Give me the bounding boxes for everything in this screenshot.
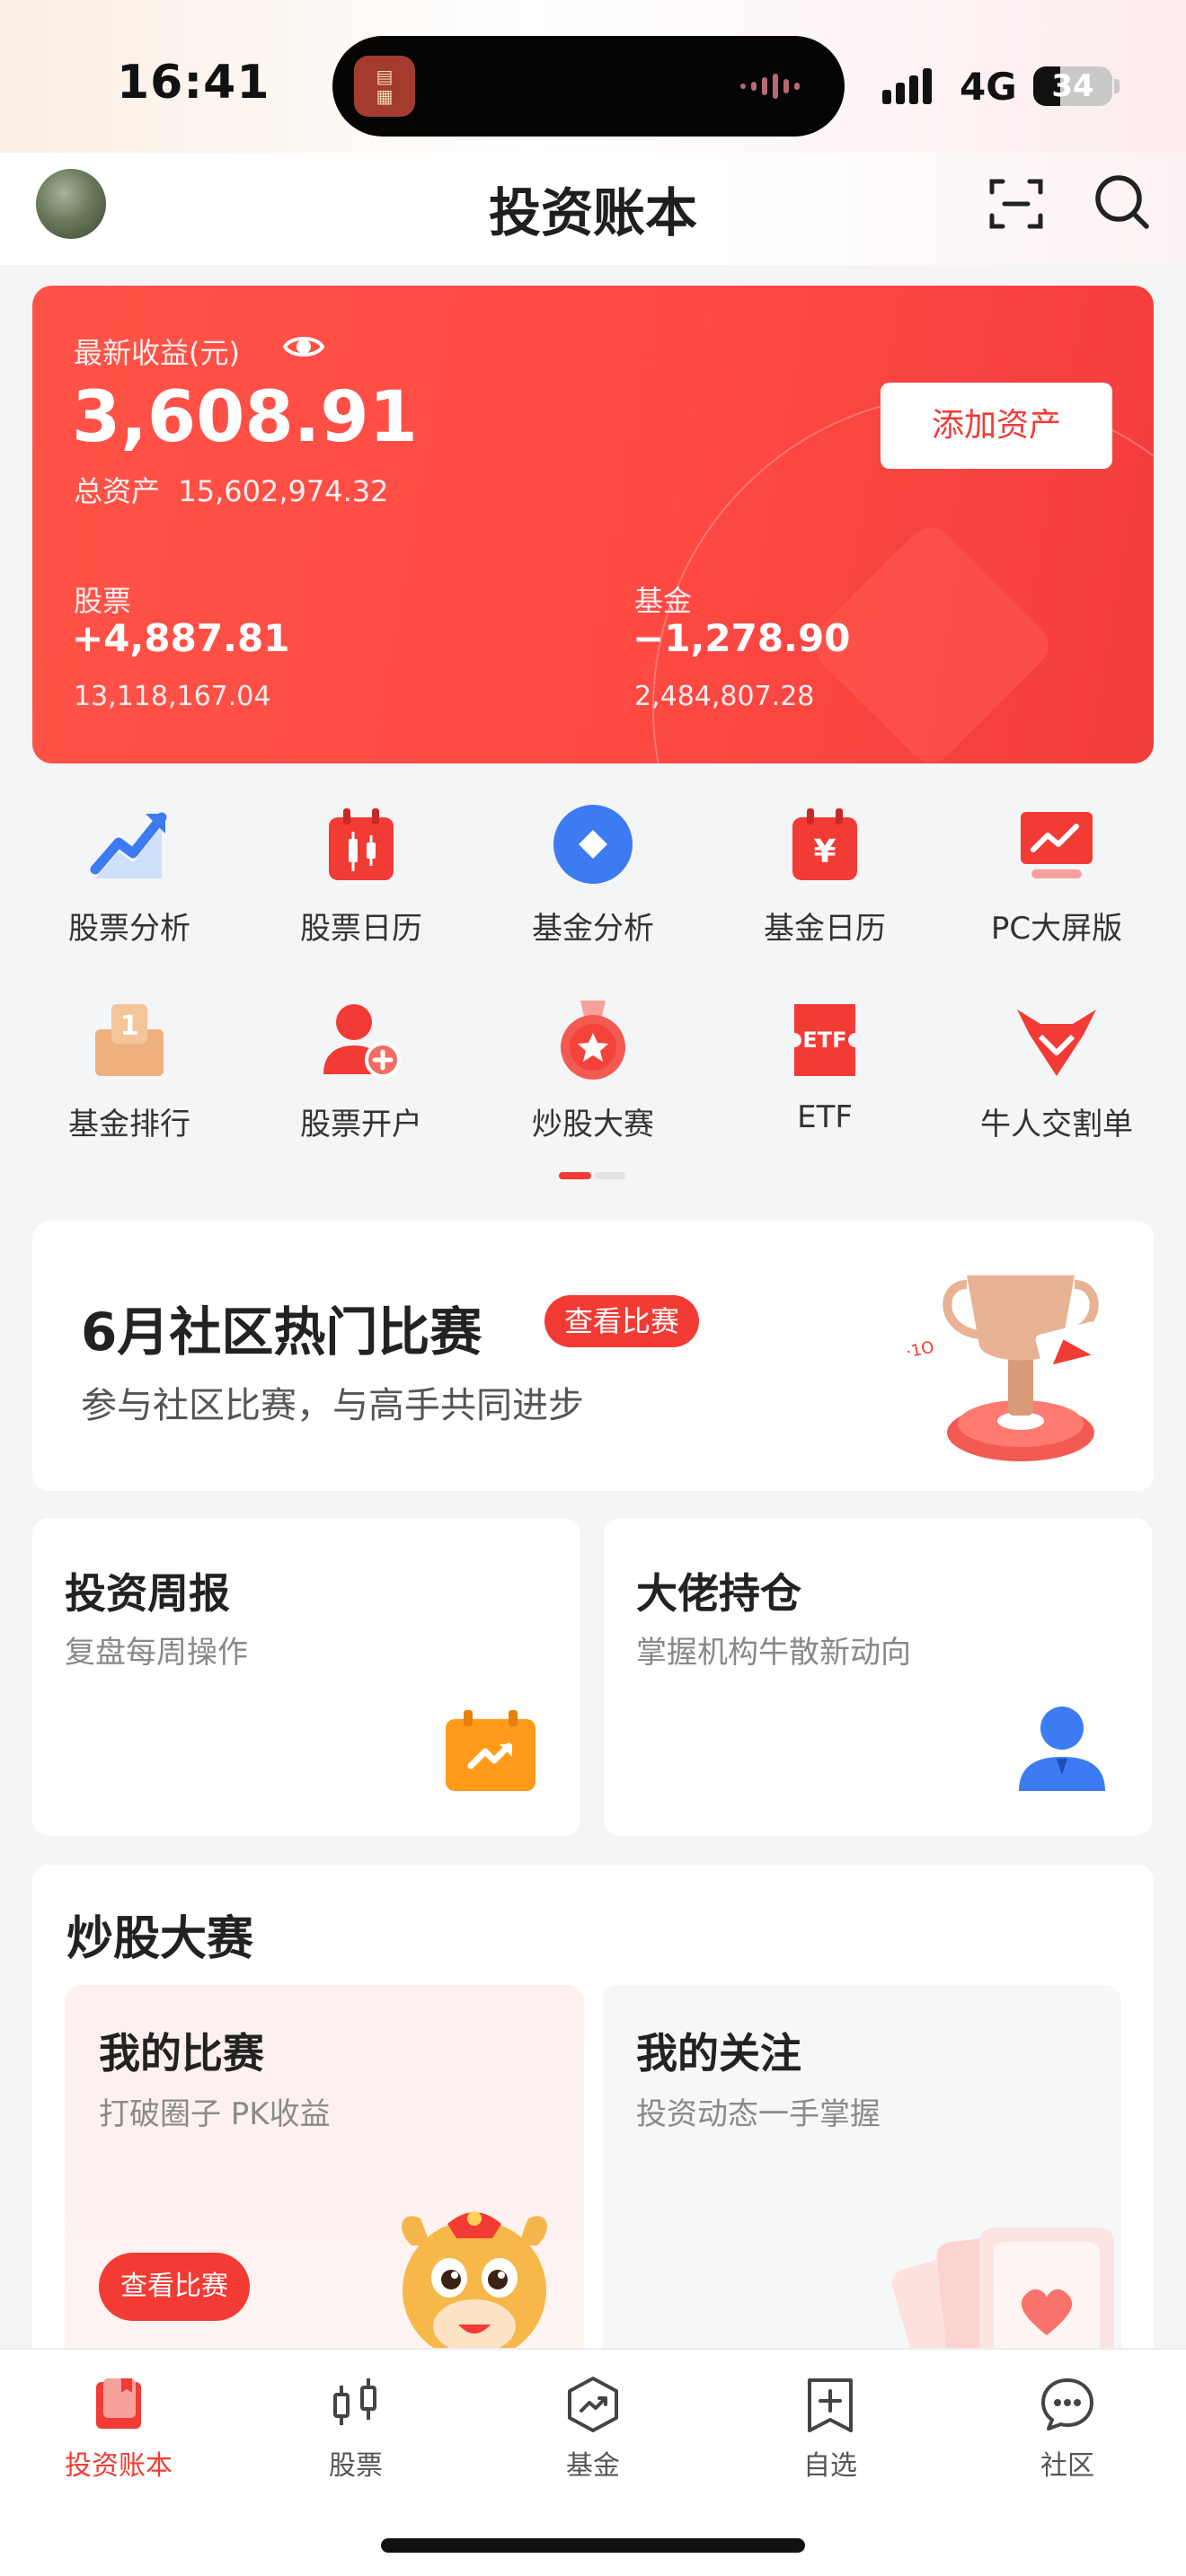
person-icon bbox=[1019, 1707, 1105, 1791]
svg-text:1: 1 bbox=[120, 1010, 139, 1042]
card-title: 我的比赛 bbox=[99, 2029, 264, 2078]
report-calendar-icon bbox=[446, 1710, 535, 1791]
ox-mascot-icon bbox=[402, 2211, 547, 2360]
big-holdings-card[interactable]: 大佬持仓 掌握机构牛散新动向 bbox=[604, 1518, 1152, 1836]
fund-total: 2,484,807.28 bbox=[634, 681, 815, 712]
etf-ticket-icon: ETF bbox=[794, 1004, 855, 1076]
scan-icon[interactable] bbox=[988, 176, 1044, 232]
trophy-icon: ·1O bbox=[893, 1275, 1105, 1461]
grid-label: 股票开户 bbox=[300, 1107, 422, 1142]
card-title: 我的关注 bbox=[636, 2029, 801, 2078]
grid-item-fund-ranking[interactable]: 1 基金排行 bbox=[11, 997, 248, 1143]
audio-wave-icon bbox=[740, 74, 800, 99]
grid-label: ETF bbox=[797, 1099, 853, 1135]
tab-investment-ledger[interactable]: 投资账本 bbox=[0, 2375, 237, 2483]
total-assets: 总资产 15,602,974.32 bbox=[74, 469, 388, 510]
card-title: 大佬持仓 bbox=[636, 1569, 801, 1618]
fund-label: 基金 bbox=[634, 584, 693, 618]
diamond-circle-icon bbox=[553, 805, 633, 884]
latest-profit-value: 3,608.91 bbox=[72, 377, 418, 458]
tab-label: 社区 bbox=[1040, 2450, 1094, 2482]
add-bookmark-icon bbox=[808, 2378, 853, 2432]
dynamic-island: ▤ ▦ bbox=[332, 36, 845, 137]
tab-label: 自选 bbox=[803, 2450, 857, 2482]
add-user-icon bbox=[323, 1004, 401, 1078]
card-subtitle: 打破圈子 PK收益 bbox=[99, 2096, 331, 2132]
card-subtitle: 复盘每周操作 bbox=[65, 1635, 248, 1671]
network-type: 4G bbox=[960, 65, 1017, 109]
tab-label: 股票 bbox=[329, 2450, 383, 2482]
grid-label: 股票分析 bbox=[68, 911, 190, 947]
tab-stocks[interactable]: 股票 bbox=[237, 2375, 474, 2483]
asset-summary-card[interactable]: 最新收益(元) 3,608.91 总资产 15,602,974.32 添加资产 … bbox=[32, 286, 1154, 763]
yuan-calendar-icon: ¥ bbox=[792, 808, 857, 880]
status-time: 16:41 bbox=[117, 56, 270, 110]
battery-cap bbox=[1114, 79, 1120, 93]
view-contest-button[interactable]: 查看比赛 bbox=[99, 2253, 250, 2321]
candlestick-icon bbox=[333, 2378, 376, 2425]
chat-bubble-icon bbox=[1041, 2378, 1093, 2430]
battery-icon: 34 bbox=[1033, 66, 1112, 106]
tab-community[interactable]: 社区 bbox=[949, 2375, 1186, 2483]
tab-funds[interactable]: 基金 bbox=[474, 2375, 712, 2483]
grid-item-stock-analysis[interactable]: 股票分析 bbox=[11, 801, 248, 948]
fund-hexagon-icon bbox=[568, 2377, 618, 2432]
home-indicator[interactable] bbox=[381, 2538, 805, 2553]
grid-item-stock-calendar[interactable]: 股票日历 bbox=[243, 801, 480, 948]
signal-icon bbox=[882, 65, 932, 104]
grid-label: 牛人交割单 bbox=[980, 1107, 1133, 1142]
grid-item-pc-screen[interactable]: PC大屏版 bbox=[938, 801, 1175, 948]
card-title: 投资周报 bbox=[65, 1569, 230, 1618]
medal-icon bbox=[561, 1001, 625, 1080]
tab-label: 投资账本 bbox=[65, 2450, 173, 2482]
bull-icon bbox=[1017, 1010, 1096, 1076]
ledger-book-icon bbox=[96, 2378, 141, 2429]
status-bar: 16:41 ▤ ▦ 4G 34 bbox=[0, 0, 1186, 153]
app-thumbnail-icon: ▤ ▦ bbox=[354, 56, 415, 117]
grid-label: 基金排行 bbox=[68, 1107, 190, 1142]
grid-item-fund-analysis[interactable]: 基金分析 bbox=[474, 801, 712, 948]
grid-item-etf[interactable]: ETF ETF bbox=[706, 997, 943, 1135]
view-contest-button[interactable]: 查看比赛 bbox=[544, 1295, 700, 1347]
app-screen: 16:41 ▤ ▦ 4G 34 投资账本 最新收益(元) 3,608.91 总资… bbox=[0, 0, 1186, 2576]
grid-label: 炒股大赛 bbox=[532, 1107, 654, 1142]
card-subtitle: 掌握机构牛散新动向 bbox=[636, 1635, 911, 1671]
banner-subtitle: 参与社区比赛，与高手共同进步 bbox=[81, 1385, 584, 1426]
stock-total: 13,118,167.04 bbox=[74, 681, 271, 712]
card-subtitle: 投资动态一手掌握 bbox=[636, 2096, 881, 2132]
tab-label: 基金 bbox=[566, 2450, 620, 2482]
grid-item-bull-trades[interactable]: 牛人交割单 bbox=[938, 997, 1175, 1143]
grid-item-stock-contest[interactable]: 炒股大赛 bbox=[474, 997, 712, 1143]
latest-profit-label: 最新收益(元) bbox=[74, 336, 240, 370]
section-title: 炒股大赛 bbox=[66, 1912, 254, 1966]
eye-icon[interactable] bbox=[282, 331, 325, 363]
page-indicator bbox=[559, 1172, 625, 1179]
weekly-report-card[interactable]: 投资周报 复盘每周操作 bbox=[32, 1518, 580, 1836]
monitor-icon bbox=[1021, 812, 1093, 878]
top-header: 投资账本 bbox=[0, 153, 1186, 265]
add-asset-button[interactable]: 添加资产 bbox=[881, 383, 1112, 469]
candlestick-calendar-icon bbox=[329, 808, 394, 880]
grid-label: 股票日历 bbox=[300, 911, 422, 947]
grid-label: 基金日历 bbox=[764, 911, 886, 947]
tab-watchlist[interactable]: 自选 bbox=[712, 2375, 949, 2483]
total-assets-label: 总资产 bbox=[74, 474, 161, 508]
fund-profit: −1,278.90 bbox=[633, 616, 851, 660]
chart-up-icon bbox=[90, 812, 167, 878]
grid-item-fund-calendar[interactable]: ¥ 基金日历 bbox=[706, 801, 943, 948]
svg-text:¥: ¥ bbox=[813, 834, 836, 870]
grid-label: 基金分析 bbox=[532, 911, 654, 947]
total-assets-value: 15,602,974.32 bbox=[178, 474, 389, 508]
stock-label: 股票 bbox=[74, 584, 132, 618]
ranking-icon: 1 bbox=[95, 1004, 164, 1076]
banner-title: 6月社区热门比赛 bbox=[81, 1301, 482, 1363]
svg-text:ETF: ETF bbox=[802, 1028, 846, 1053]
grid-item-stock-account[interactable]: 股票开户 bbox=[243, 997, 480, 1143]
battery-level: 34 bbox=[1051, 68, 1094, 104]
stock-profit: +4,887.81 bbox=[72, 616, 290, 660]
contest-banner[interactable]: 6月社区热门比赛 查看比赛 参与社区比赛，与高手共同进步 ·1O bbox=[32, 1222, 1154, 1491]
search-icon[interactable] bbox=[1093, 172, 1152, 232]
grid-label: PC大屏版 bbox=[990, 911, 1123, 947]
